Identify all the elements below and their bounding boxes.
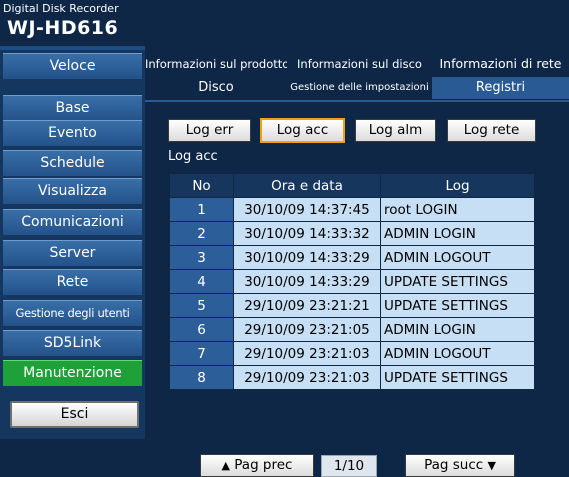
row-log: UPDATE SETTINGS <box>380 365 535 390</box>
main-panel: Informazioni sul prodotto Informazioni s… <box>145 50 569 477</box>
prev-page-label: Pag prec <box>234 457 293 473</box>
row-log: ADMIN LOGIN <box>380 221 535 246</box>
sidebar-item-gestione-utenti[interactable]: Gestione degli utenti <box>3 300 142 326</box>
table-row[interactable]: 8 29/10/09 23:21:03 UPDATE SETTINGS <box>169 365 535 390</box>
table-row[interactable]: 2 30/10/09 14:33:32 ADMIN LOGIN <box>169 221 535 246</box>
row-datetime: 30/10/09 14:37:45 <box>233 197 381 222</box>
sidebar-item-base[interactable]: Base <box>3 95 142 121</box>
row-number: 3 <box>169 245 234 270</box>
tab-registri[interactable]: Registri <box>432 77 569 99</box>
sidebar-item-visualizza[interactable]: Visualizza <box>3 178 142 204</box>
row-number: 2 <box>169 221 234 246</box>
row-number: 6 <box>169 317 234 342</box>
row-number: 5 <box>169 293 234 318</box>
column-header-datetime: Ora e data <box>233 173 381 198</box>
log-err-button[interactable]: Log err <box>168 119 251 142</box>
device-subtitle: Digital Disk Recorder <box>3 2 119 15</box>
tab-informazioni-rete[interactable]: Informazioni di rete <box>432 53 569 75</box>
sidebar-item-veloce[interactable]: Veloce <box>3 53 142 79</box>
row-log: UPDATE SETTINGS <box>380 293 535 318</box>
sidebar: Veloce Base Evento Schedule Visualizza C… <box>0 50 145 439</box>
page-indicator: 1/10 <box>321 455 377 477</box>
sidebar-item-sd5link[interactable]: SD5Link <box>3 330 142 356</box>
log-section-title: Log acc <box>168 149 218 164</box>
table-header-row: No Ora e data Log <box>169 173 535 198</box>
row-log: root LOGIN <box>380 197 535 222</box>
column-header-no: No <box>169 173 234 198</box>
row-datetime: 29/10/09 23:21:03 <box>233 341 381 366</box>
exit-button[interactable]: Esci <box>10 401 139 428</box>
table-row[interactable]: 6 29/10/09 23:21:05 ADMIN LOGIN <box>169 317 535 342</box>
next-page-button[interactable]: Pag succ ▼ <box>405 454 515 477</box>
triangle-down-icon: ▼ <box>487 459 496 472</box>
device-model: WJ-HD616 <box>7 17 119 39</box>
log-acc-button[interactable]: Log acc <box>260 118 345 143</box>
prev-page-button[interactable]: ▲ Pag prec <box>200 454 314 477</box>
row-datetime: 29/10/09 23:21:21 <box>233 293 381 318</box>
row-log: ADMIN LOGIN <box>380 317 535 342</box>
row-number: 1 <box>169 197 234 222</box>
row-datetime: 29/10/09 23:21:03 <box>233 365 381 390</box>
sidebar-item-manutenzione[interactable]: Manutenzione <box>3 360 142 386</box>
row-datetime: 29/10/09 23:21:05 <box>233 317 381 342</box>
tab-disco[interactable]: Disco <box>145 77 287 99</box>
sidebar-item-server[interactable]: Server <box>3 240 142 266</box>
row-datetime: 30/10/09 14:33:32 <box>233 221 381 246</box>
row-number: 8 <box>169 365 234 390</box>
sidebar-item-evento[interactable]: Evento <box>3 120 142 146</box>
table-row[interactable]: 1 30/10/09 14:37:45 root LOGIN <box>169 197 535 222</box>
row-log: ADMIN LOGOUT <box>380 245 535 270</box>
log-rete-button[interactable]: Log rete <box>447 119 536 142</box>
row-datetime: 30/10/09 14:33:29 <box>233 245 381 270</box>
sidebar-item-schedule[interactable]: Schedule <box>3 150 142 176</box>
tab-divider <box>145 100 569 102</box>
tab-gestione-impostazioni[interactable]: Gestione delle impostazioni <box>288 77 431 99</box>
row-log: ADMIN LOGOUT <box>380 341 535 366</box>
column-header-log: Log <box>380 173 535 198</box>
sidebar-item-comunicazioni[interactable]: Comunicazioni <box>3 209 142 235</box>
row-log: UPDATE SETTINGS <box>380 269 535 294</box>
sidebar-item-rete[interactable]: Rete <box>3 269 142 295</box>
table-row[interactable]: 7 29/10/09 23:21:03 ADMIN LOGOUT <box>169 341 535 366</box>
row-datetime: 30/10/09 14:33:29 <box>233 269 381 294</box>
triangle-up-icon: ▲ <box>221 459 230 472</box>
log-table: No Ora e data Log 1 30/10/09 14:37:45 ro… <box>169 173 535 390</box>
row-number: 4 <box>169 269 234 294</box>
table-row[interactable]: 3 30/10/09 14:33:29 ADMIN LOGOUT <box>169 245 535 270</box>
row-number: 7 <box>169 341 234 366</box>
table-row[interactable]: 4 30/10/09 14:33:29 UPDATE SETTINGS <box>169 269 535 294</box>
tab-informazioni-disco[interactable]: Informazioni sul disco <box>288 53 431 75</box>
table-row[interactable]: 5 29/10/09 23:21:21 UPDATE SETTINGS <box>169 293 535 318</box>
log-alm-button[interactable]: Log alm <box>355 119 436 142</box>
tab-informazioni-prodotto[interactable]: Informazioni sul prodotto <box>145 53 287 75</box>
app-header: Digital Disk Recorder WJ-HD616 <box>0 0 145 46</box>
next-page-label: Pag succ <box>424 457 484 473</box>
